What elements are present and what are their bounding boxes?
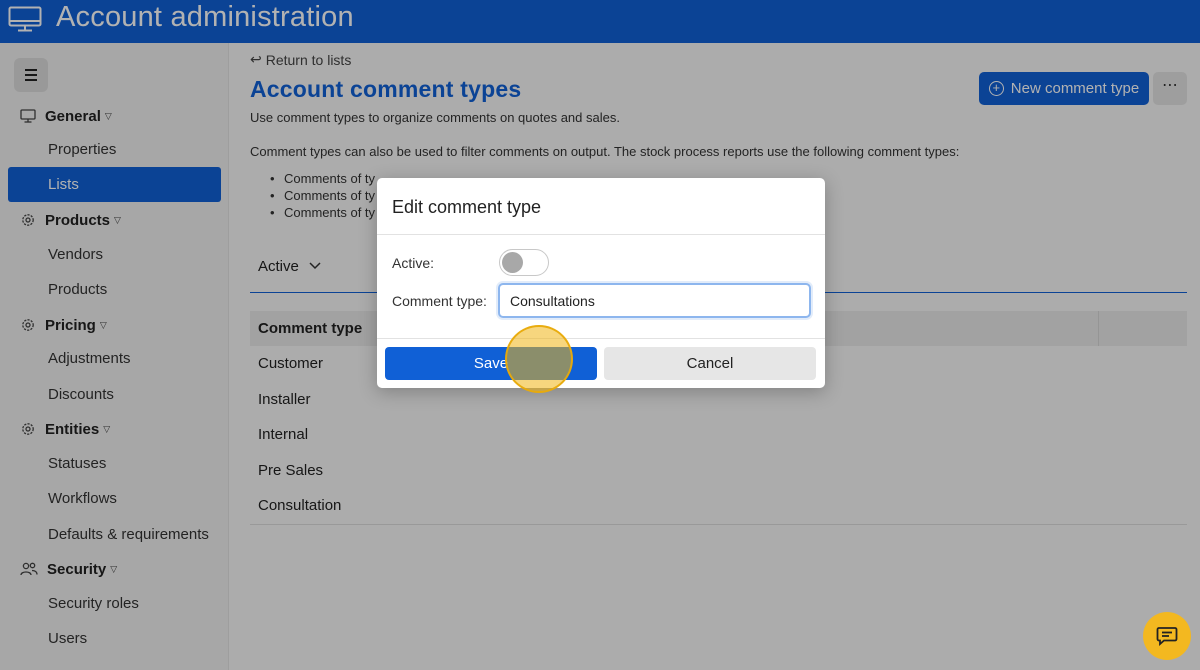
comment-type-label: Comment type: [392,293,487,309]
cursor-highlight [505,325,573,393]
chat-button[interactable] [1143,612,1191,660]
comment-type-input[interactable] [498,283,811,318]
dialog-divider [377,338,825,339]
dialog-divider [377,234,825,235]
chat-icon [1156,627,1178,646]
active-label: Active: [392,255,435,271]
toggle-knob [502,252,523,273]
dialog-title: Edit comment type [392,197,542,217]
active-toggle[interactable] [499,249,549,276]
cancel-button[interactable]: Cancel [604,347,816,380]
edit-comment-type-dialog: Edit comment type Active: Comment type: … [377,178,825,388]
